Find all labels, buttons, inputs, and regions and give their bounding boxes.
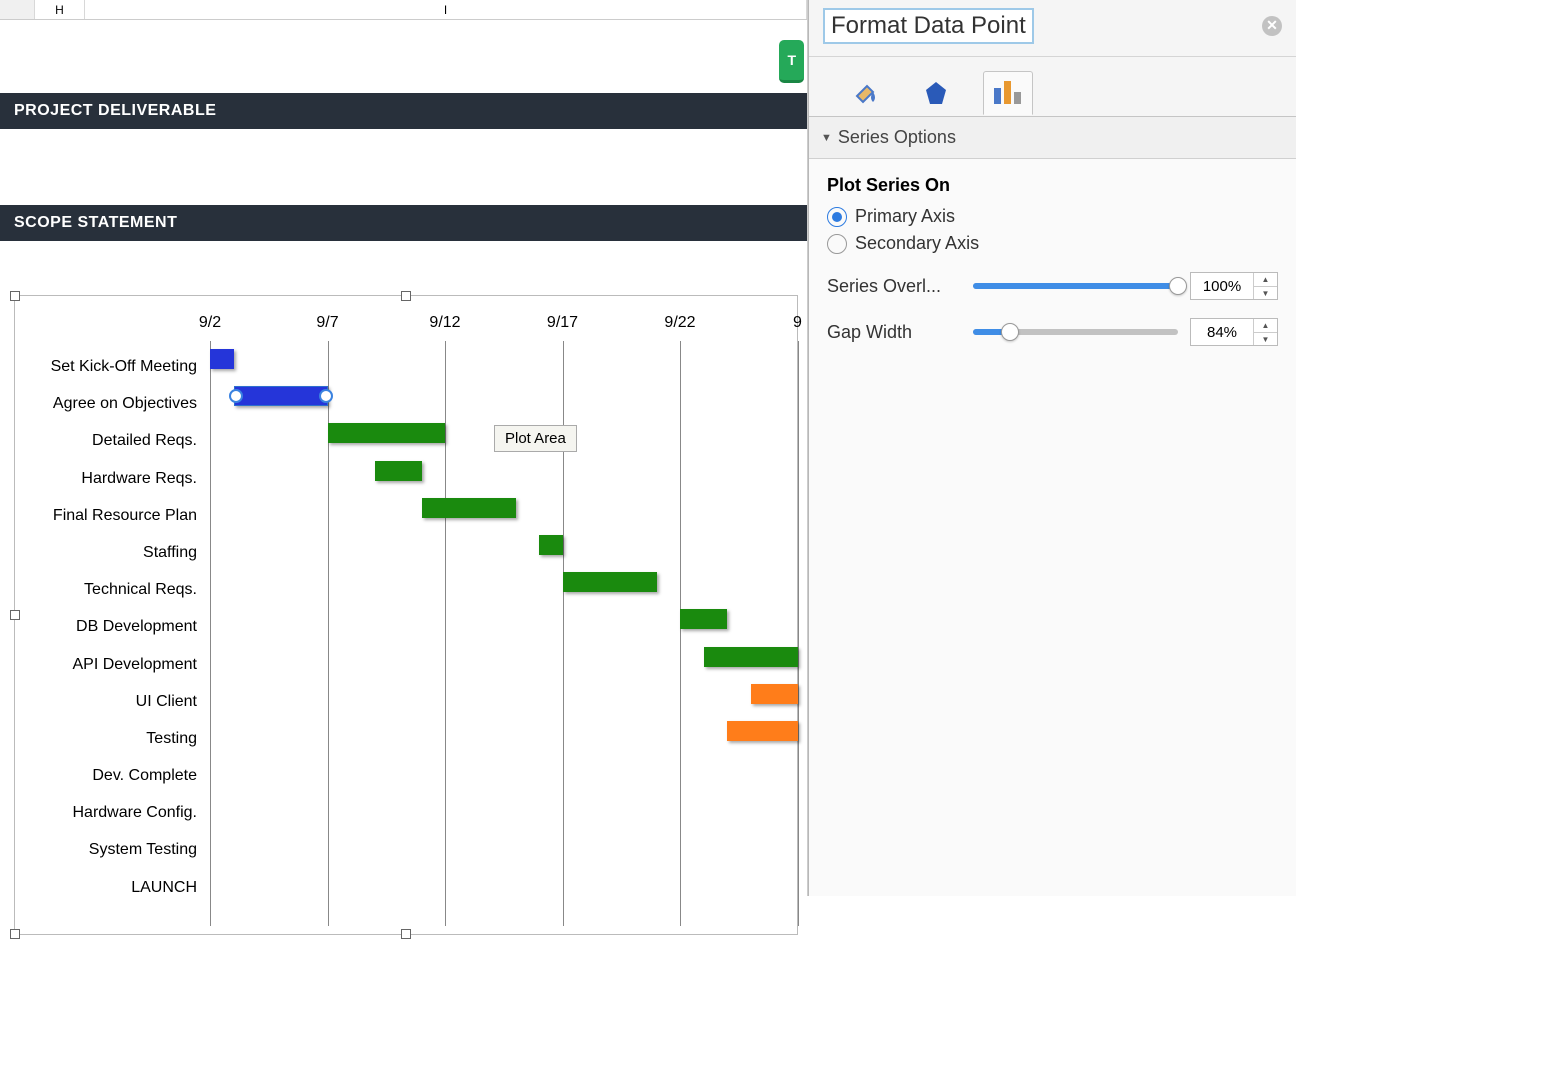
date-tick: 9/2: [199, 314, 221, 332]
selection-handle[interactable]: [401, 291, 411, 301]
date-tick: 9/12: [429, 314, 460, 332]
spinner-down-icon[interactable]: ▼: [1254, 287, 1277, 300]
spreadsheet-pane: H I T PROJECT DELIVERABLE SCOPE STATEMEN…: [0, 0, 808, 896]
task-label: Set Kick-Off Meeting: [25, 348, 203, 385]
format-task-pane: Format Data Point ✕ ▼ Series Options: [808, 0, 1296, 896]
task-label: Hardware Reqs.: [25, 460, 203, 497]
tab-effects-icon[interactable]: [911, 71, 961, 115]
gap-value-input[interactable]: [1191, 319, 1253, 345]
overlap-slider[interactable]: [973, 275, 1178, 297]
gantt-bar[interactable]: [210, 349, 234, 369]
task-label: Staffing: [25, 534, 203, 571]
close-icon[interactable]: ✕: [1262, 16, 1282, 36]
series-overlap-row: Series Overl... ▲ ▼: [827, 272, 1278, 300]
spinner-down-icon[interactable]: ▼: [1254, 333, 1277, 346]
series-options-body: Plot Series On Primary Axis Secondary Ax…: [809, 159, 1296, 362]
gantt-bar[interactable]: [375, 461, 422, 481]
format-title[interactable]: Format Data Point: [823, 8, 1034, 44]
col-header-i[interactable]: I: [85, 0, 807, 19]
tab-series-options-icon[interactable]: [983, 71, 1033, 115]
gantt-bar[interactable]: [563, 572, 657, 592]
task-label: Agree on Objectives: [25, 385, 203, 422]
format-title-row: Format Data Point ✕: [809, 0, 1296, 57]
axis-dates: 9/29/79/129/179/229: [210, 314, 793, 338]
gantt-bar[interactable]: [751, 684, 798, 704]
task-label: LAUNCH: [25, 869, 203, 906]
gap-value-box: ▲ ▼: [1190, 318, 1278, 346]
axis-tasks: Set Kick-Off MeetingAgree on ObjectivesD…: [25, 348, 203, 906]
gap-slider[interactable]: [973, 321, 1178, 343]
task-label: Testing: [25, 720, 203, 757]
task-label: Final Resource Plan: [25, 497, 203, 534]
gap-width-row: Gap Width ▲ ▼: [827, 318, 1278, 346]
gridline: [445, 341, 446, 926]
spinner-up-icon[interactable]: ▲: [1254, 319, 1277, 333]
header-scope-statement: SCOPE STATEMENT: [0, 205, 807, 241]
gridline: [210, 341, 211, 926]
tooltip-plot-area: Plot Area: [494, 425, 577, 452]
radio-secondary-axis[interactable]: Secondary Axis: [827, 233, 1278, 254]
radio-label: Secondary Axis: [855, 233, 979, 254]
plot-series-on-label: Plot Series On: [827, 175, 1278, 196]
date-tick: 9/17: [547, 314, 578, 332]
gantt-bar[interactable]: [680, 609, 727, 629]
spinner-up-icon[interactable]: ▲: [1254, 273, 1277, 287]
gridline: [798, 341, 799, 926]
overlap-value-box: ▲ ▼: [1190, 272, 1278, 300]
col-header-h[interactable]: H: [35, 0, 85, 19]
corner-cell: [0, 0, 35, 19]
radio-icon: [827, 234, 847, 254]
gantt-bar[interactable]: [539, 535, 563, 555]
toolbar-button-green[interactable]: T: [779, 40, 804, 83]
gap-label: Gap Width: [827, 322, 961, 343]
task-label: Detailed Reqs.: [25, 422, 203, 459]
task-label: Dev. Complete: [25, 757, 203, 794]
series-options-label: Series Options: [838, 127, 956, 148]
gantt-bar[interactable]: [422, 498, 516, 518]
date-tick: 9/22: [664, 314, 695, 332]
gantt-chart[interactable]: 9/29/79/129/179/229 Set Kick-Off Meeting…: [14, 295, 798, 935]
gantt-bar[interactable]: [328, 423, 446, 443]
gantt-bar[interactable]: [727, 721, 798, 741]
overlap-value-input[interactable]: [1191, 273, 1253, 299]
gantt-bar[interactable]: [704, 647, 798, 667]
disclosure-triangle-icon: ▼: [821, 132, 832, 144]
format-tab-strip: [809, 57, 1296, 117]
gantt-bar[interactable]: [234, 386, 328, 406]
column-headers: H I: [0, 0, 807, 20]
radio-icon: [827, 207, 847, 227]
row-spacer: [0, 129, 807, 165]
series-options-toggle[interactable]: ▼ Series Options: [809, 117, 1296, 159]
selection-handle[interactable]: [10, 291, 20, 301]
date-tick: 9/7: [316, 314, 338, 332]
selection-handle[interactable]: [10, 610, 20, 620]
task-label: Hardware Config.: [25, 794, 203, 831]
radio-label: Primary Axis: [855, 206, 955, 227]
row-spacer: [0, 241, 807, 277]
selection-handle[interactable]: [10, 929, 20, 939]
gridline: [680, 341, 681, 926]
tab-fill-icon[interactable]: [839, 71, 889, 115]
task-label: DB Development: [25, 608, 203, 645]
task-label: System Testing: [25, 831, 203, 868]
task-label: UI Client: [25, 683, 203, 720]
overlap-label: Series Overl...: [827, 276, 961, 297]
task-label: Technical Reqs.: [25, 571, 203, 608]
radio-primary-axis[interactable]: Primary Axis: [827, 206, 1278, 227]
header-project-deliverable: PROJECT DELIVERABLE: [0, 93, 807, 129]
date-tick: 9: [793, 314, 802, 332]
selection-handle[interactable]: [401, 929, 411, 939]
task-label: API Development: [25, 646, 203, 683]
